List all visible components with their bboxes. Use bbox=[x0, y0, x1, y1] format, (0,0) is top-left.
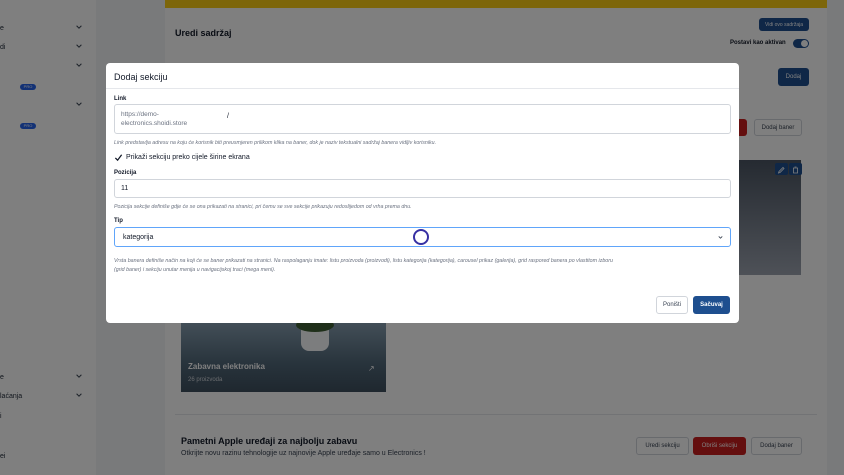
link-help-text: Link predstavlja adresu na koju će koris… bbox=[114, 140, 437, 146]
position-input[interactable]: 11 bbox=[114, 179, 731, 198]
position-value: 11 bbox=[121, 185, 129, 192]
type-help-text-1: Vrsta banera definiše način na koji će s… bbox=[114, 258, 613, 264]
checkmark-icon[interactable] bbox=[114, 153, 123, 162]
mouse-cursor-indicator bbox=[413, 229, 429, 245]
link-label: Link bbox=[114, 96, 127, 102]
modal-title: Dodaj sekciju bbox=[114, 72, 168, 82]
position-help-text: Pozicija sekcije definiše gdje će se ona… bbox=[114, 204, 412, 210]
position-label: Pozicija bbox=[114, 170, 137, 176]
link-field[interactable]: https://demo-electronics.shoidi.store / bbox=[114, 104, 731, 134]
type-label: Tip bbox=[114, 218, 123, 224]
modal-divider bbox=[106, 88, 739, 89]
save-button[interactable]: Sačuvaj bbox=[693, 296, 730, 314]
type-select-value: kategorija bbox=[123, 234, 154, 241]
chevron-down-icon bbox=[718, 236, 723, 239]
link-prefix: https://demo-electronics.shoidi.store bbox=[121, 111, 188, 127]
link-input[interactable]: / bbox=[227, 113, 229, 120]
fullwidth-checkbox-label[interactable]: Prikaži sekciju preko cijele širine ekra… bbox=[126, 154, 250, 161]
type-help-text-2: (grid baner) i sekciju unutar menija u n… bbox=[114, 267, 276, 273]
cancel-button[interactable]: Poništi bbox=[656, 296, 688, 314]
